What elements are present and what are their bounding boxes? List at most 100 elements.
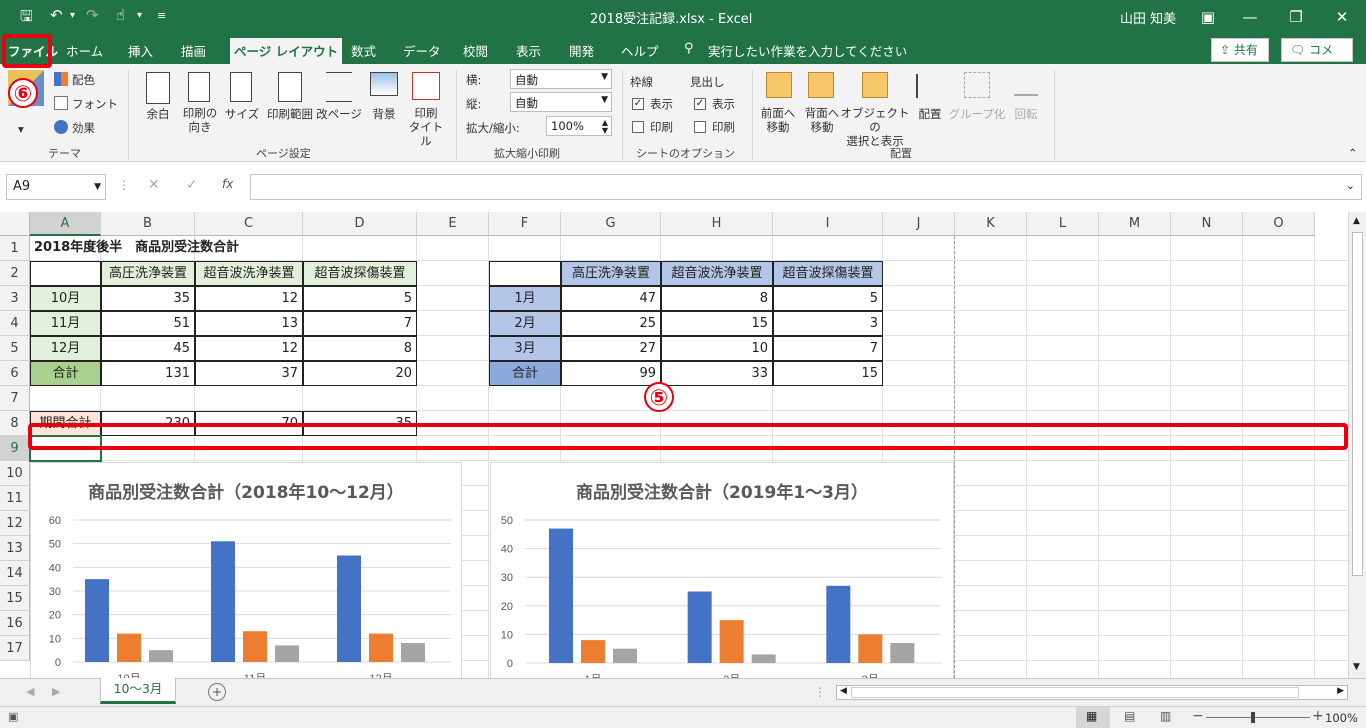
share-button[interactable]: ⇪ 共有 (1211, 38, 1269, 62)
table2-header-cell[interactable]: 超音波洗浄装置 (661, 261, 773, 286)
table1-value-cell[interactable]: 37 (195, 361, 303, 386)
table2-row-label[interactable]: 1月 (489, 286, 561, 311)
tab-split-handle[interactable]: ⋮ (814, 685, 826, 699)
close-icon[interactable]: ✕ (1322, 4, 1362, 30)
sheet-title[interactable]: 2018年度後半 商品別受注数合計 (30, 236, 330, 261)
table1-value-cell[interactable]: 13 (195, 311, 303, 336)
breaks-button[interactable]: 改ページ (316, 106, 362, 122)
table1-row-label[interactable]: 合計 (30, 361, 101, 386)
vertical-scroll-thumb[interactable] (1352, 232, 1363, 576)
table2-header-cell[interactable]: 超音波探傷装置 (773, 261, 883, 286)
tab-view[interactable]: 表示 (516, 41, 541, 60)
restore-icon[interactable]: ❐ (1276, 4, 1316, 30)
column-header-e[interactable]: E (417, 212, 489, 236)
table1-corner-cell[interactable] (30, 261, 101, 286)
table1-value-cell[interactable]: 12 (195, 286, 303, 311)
minimize-icon[interactable]: — (1230, 4, 1270, 30)
zoom-out-icon[interactable]: − (1192, 708, 1204, 724)
headings-print-checkbox[interactable] (694, 121, 706, 133)
comments-button[interactable]: 🗨 コメント (1281, 38, 1353, 79)
table2-value-cell[interactable]: 8 (661, 286, 773, 311)
print-titles-button[interactable]: 印刷 タイトル (404, 106, 448, 148)
table2-value-cell[interactable]: 10 (661, 336, 773, 361)
save-icon[interactable]: 🖫 (20, 6, 33, 31)
chart-2018[interactable]: 商品別受注数合計（2018年10～12月） 010203040506010月11… (30, 462, 462, 678)
table2-value-cell[interactable]: 15 (773, 361, 883, 386)
row-header-3[interactable]: 3 (0, 286, 30, 311)
table1-value-cell[interactable]: 5 (303, 286, 417, 311)
colors-button[interactable]: 配色 (72, 72, 95, 88)
background-button[interactable]: 背景 (366, 106, 402, 122)
table2-value-cell[interactable]: 5 (773, 286, 883, 311)
margins-button[interactable]: 余白 (140, 106, 176, 122)
table2-value-cell[interactable]: 27 (561, 336, 661, 361)
tab-review[interactable]: 校閲 (463, 41, 488, 60)
table2-value-cell[interactable]: 33 (661, 361, 773, 386)
tell-me-box[interactable]: 実行したい作業を入力してください (708, 41, 907, 60)
bring-forward-button[interactable]: 前面へ 移動 (756, 106, 800, 134)
scroll-left-icon[interactable]: ◀ (840, 686, 847, 696)
column-header-o[interactable]: O (1243, 212, 1315, 236)
row-header-16[interactable]: 16 (0, 611, 30, 636)
table1-value-cell[interactable]: 12 (195, 336, 303, 361)
macro-record-icon[interactable]: ▣ (8, 710, 18, 723)
effects-button[interactable]: 効果 (72, 120, 95, 136)
table1-row-label[interactable]: 11月 (30, 311, 101, 336)
select-all-corner[interactable] (0, 212, 30, 236)
table1-value-cell[interactable]: 131 (101, 361, 195, 386)
table2-value-cell[interactable]: 15 (661, 311, 773, 336)
size-button[interactable]: サイズ (222, 106, 262, 122)
row-header-5[interactable]: 5 (0, 336, 30, 361)
row-header-8[interactable]: 8 (0, 411, 30, 436)
table1-value-cell[interactable]: 35 (101, 286, 195, 311)
vertical-scrollbar[interactable]: ▲ ▼ (1348, 212, 1366, 678)
table1-value-cell[interactable]: 45 (101, 336, 195, 361)
width-select[interactable]: 自動 ▼ (510, 69, 612, 89)
table2-row-label[interactable]: 2月 (489, 311, 561, 336)
table1-header-cell[interactable]: 超音波探傷装置 (303, 261, 417, 286)
table1-value-cell[interactable]: 51 (101, 311, 195, 336)
column-header-f[interactable]: F (489, 212, 561, 236)
scroll-up-icon[interactable]: ▲ (1353, 216, 1360, 226)
zoom-in-icon[interactable]: + (1312, 708, 1324, 724)
row-header-1[interactable]: 1 (0, 236, 30, 261)
gridlines-view-checkbox[interactable]: ✓ (632, 98, 644, 110)
table2-value-cell[interactable]: 7 (773, 336, 883, 361)
sheet-tab-active[interactable]: 10～3月 (100, 678, 176, 704)
formula-input[interactable]: ⌄ (250, 174, 1362, 200)
zoom-slider[interactable] (1206, 717, 1310, 718)
column-header-b[interactable]: B (101, 212, 195, 236)
tab-insert[interactable]: 挿入 (128, 41, 153, 60)
table1-value-cell[interactable]: 20 (303, 361, 417, 386)
add-sheet-icon[interactable]: + (208, 683, 226, 701)
user-name[interactable]: 山田 知美 (1120, 8, 1176, 27)
row-header-17[interactable]: 17 (0, 636, 30, 661)
column-header-j[interactable]: J (883, 212, 955, 236)
column-header-i[interactable]: I (773, 212, 883, 236)
row-header-6[interactable]: 6 (0, 361, 30, 386)
column-header-k[interactable]: K (955, 212, 1027, 236)
normal-view-button[interactable]: ▦ (1076, 707, 1110, 728)
column-header-c[interactable]: C (195, 212, 303, 236)
row-header-13[interactable]: 13 (0, 536, 30, 561)
tab-draw[interactable]: 描画 (181, 41, 206, 60)
selection-pane-button[interactable]: オブジェクトの 選択と表示 (840, 106, 910, 148)
row-header-11[interactable]: 11 (0, 486, 30, 511)
column-header-m[interactable]: M (1099, 212, 1171, 236)
table2-header-cell[interactable]: 高圧洗浄装置 (561, 261, 661, 286)
headings-view-checkbox[interactable]: ✓ (694, 98, 706, 110)
collapse-ribbon-icon[interactable]: ⌃ (1348, 146, 1358, 160)
touch-dropdown-icon[interactable]: ▾ (137, 10, 142, 21)
table2-row-label[interactable]: 合計 (489, 361, 561, 386)
row-header-10[interactable]: 10 (0, 461, 30, 486)
align-button[interactable]: 配置 (910, 106, 950, 122)
expand-formula-icon[interactable]: ⌄ (1346, 179, 1355, 192)
row-header-14[interactable]: 14 (0, 561, 30, 586)
zoom-level[interactable]: 100% (1325, 711, 1358, 725)
table1-header-cell[interactable]: 高圧洗浄装置 (101, 261, 195, 286)
send-backward-button[interactable]: 背面へ 移動 (800, 106, 844, 134)
scroll-right-icon[interactable]: ▶ (1337, 686, 1344, 696)
column-header-h[interactable]: H (661, 212, 773, 236)
tab-page-layout[interactable]: ページ レイアウト (230, 38, 343, 64)
table1-value-cell[interactable]: 7 (303, 311, 417, 336)
